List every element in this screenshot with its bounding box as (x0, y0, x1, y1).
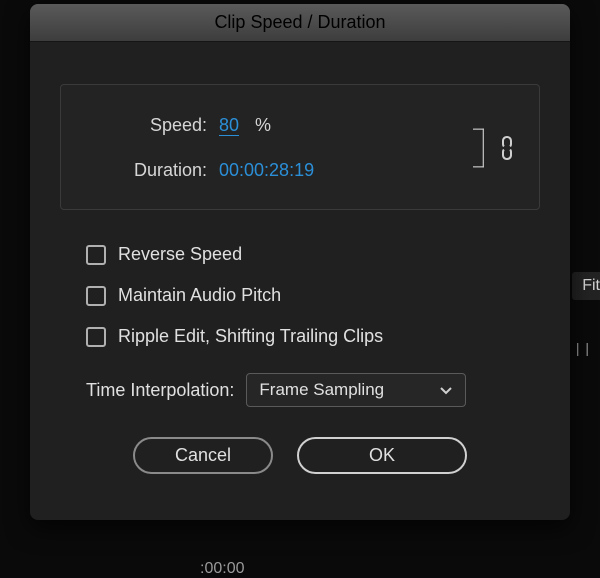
speed-duration-group: Speed: 80 % Duration: 00:00:28:19 (60, 84, 540, 210)
link-toggle-icon[interactable] (501, 135, 513, 161)
speed-input[interactable]: 80 (219, 116, 239, 136)
checkbox-box (86, 286, 106, 306)
ripple-edit-checkbox[interactable]: Ripple Edit, Shifting Trailing Clips (86, 326, 540, 347)
checkbox-box (86, 245, 106, 265)
speed-label: Speed: (87, 115, 207, 136)
speed-suffix: % (255, 115, 271, 136)
reverse-speed-checkbox[interactable]: Reverse Speed (86, 244, 540, 265)
select-value: Frame Sampling (259, 380, 384, 400)
dialog-content: Speed: 80 % Duration: 00:00:28:19 (30, 42, 570, 520)
clip-speed-dialog: Clip Speed / Duration Speed: 80 % Durati… (30, 4, 570, 520)
speed-row: Speed: 80 % (87, 115, 453, 136)
duration-input[interactable]: 00:00:28:19 (219, 160, 314, 181)
speed-fields: Speed: 80 % Duration: 00:00:28:19 (87, 115, 473, 181)
time-interpolation-label: Time Interpolation: (86, 380, 234, 401)
checkbox-label: Ripple Edit, Shifting Trailing Clips (118, 326, 383, 347)
duration-row: Duration: 00:00:28:19 (87, 160, 453, 181)
zoom-fit-button[interactable]: Fit (572, 272, 600, 300)
duration-label: Duration: (87, 160, 207, 181)
background-timecode: :00:00 (200, 560, 244, 578)
maintain-pitch-checkbox[interactable]: Maintain Audio Pitch (86, 285, 540, 306)
link-group (473, 113, 513, 183)
dialog-titlebar[interactable]: Clip Speed / Duration (30, 4, 570, 42)
checkbox-label: Maintain Audio Pitch (118, 285, 281, 306)
ok-button[interactable]: OK (297, 437, 467, 474)
dialog-title: Clip Speed / Duration (214, 12, 385, 33)
cancel-button[interactable]: Cancel (133, 437, 273, 474)
time-interpolation-row: Time Interpolation: Frame Sampling (60, 373, 540, 407)
button-row: Cancel OK (60, 437, 540, 474)
checkbox-box (86, 327, 106, 347)
checkbox-group: Reverse Speed Maintain Audio Pitch Rippl… (60, 244, 540, 347)
time-interpolation-select[interactable]: Frame Sampling (246, 373, 466, 407)
chevron-down-icon (439, 383, 453, 397)
checkbox-label: Reverse Speed (118, 244, 242, 265)
link-bracket-icon (473, 113, 489, 183)
